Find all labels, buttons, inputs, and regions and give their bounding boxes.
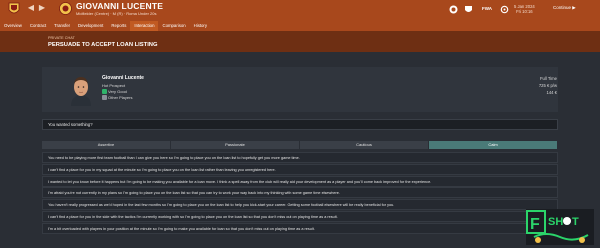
svg-text:SH: SH [548,216,563,228]
tab-passionate[interactable]: Passionate [171,141,300,149]
chat-type-label: PRIVATE CHAT [48,36,75,40]
watermark-logo-icon: F SH T [526,209,594,245]
response-option[interactable]: I wanted to let you know before it happe… [42,175,558,187]
game-date: 5 Jan 2024 Fri 10:16 [514,4,535,14]
continue-arrow-icon: ▶ [572,5,576,10]
response-option[interactable]: You need to be playing more first team f… [42,152,558,163]
contract-type: Full Time [540,76,557,81]
nav-reports[interactable]: Reports [107,21,130,31]
nav-development[interactable]: Development [74,21,107,31]
continue-button[interactable]: Continue ▶ [553,5,576,11]
response-option[interactable]: I'm a bit overloaded with players in you… [42,222,558,234]
player-name-header: GIOVANNI LUCENTE [76,1,164,11]
nav-comparison[interactable]: Comparison [158,21,189,31]
club-crest-icon[interactable] [8,2,20,16]
wage: 725 € p/w [538,83,557,88]
player-avatar [71,77,91,106]
back-arrow-icon[interactable]: ◀ [27,4,35,12]
profile-rating: Very Good [102,89,127,95]
svg-text:F: F [530,216,540,233]
nav-transfer[interactable]: Transfer [50,21,74,31]
profile-status: Hot Prospect [102,83,126,88]
nav-interaction[interactable]: Interaction [130,21,159,31]
nav-history[interactable]: History [190,21,211,31]
response-option[interactable]: You haven't really progressed as we'd ho… [42,199,558,211]
chat-subheader: PRIVATE CHAT PERSUADE TO ACCEPT LOAN LIS… [0,31,600,52]
nav-overview[interactable]: Overview [0,21,26,31]
response-option[interactable]: I can't find a place for you in the side… [42,210,558,222]
club-icon[interactable] [464,5,473,14]
fwa-chip[interactable]: FWA [482,6,492,15]
tab-cautious[interactable]: Cautious [300,141,429,149]
tab-calm[interactable]: Calm [429,141,558,149]
forward-arrow-icon[interactable]: ▶ [38,4,46,12]
player-position: Midfielder (Centre) · M (R) · Roma Under… [76,11,157,16]
tone-tabs: Assertive Passionate Cautious Calm [42,141,558,149]
svg-text:T: T [572,216,579,228]
main-nav: Overview Contract Transfer Development R… [0,21,211,31]
response-list: You need to be playing more first team f… [42,152,558,235]
page-title: PERSUADE TO ACCEPT LOAN LISTING [48,42,158,48]
player-club-crest-icon [59,2,72,15]
fm-logo-icon[interactable] [449,5,458,14]
profile-group: Other Players [102,95,132,101]
question-text: You wanted something? [48,122,93,127]
tab-assertive[interactable]: Assertive [42,141,171,149]
question-bar: You wanted something? [42,119,558,130]
nav-contract[interactable]: Contract [26,21,50,31]
rating-check-icon [102,89,107,95]
settings-icon[interactable] [500,5,509,14]
player-value: 144 € [546,90,557,95]
top-header: ◀ ▶ GIOVANNI LUCENTE Midfielder (Centre)… [0,0,600,31]
response-option[interactable]: I'm afraid you're not currently in my pl… [42,187,558,199]
group-icon [102,95,107,101]
profile-name[interactable]: Giovanni Lucente [102,75,144,81]
response-option[interactable]: I can't find a place for you in my squad… [42,163,558,175]
